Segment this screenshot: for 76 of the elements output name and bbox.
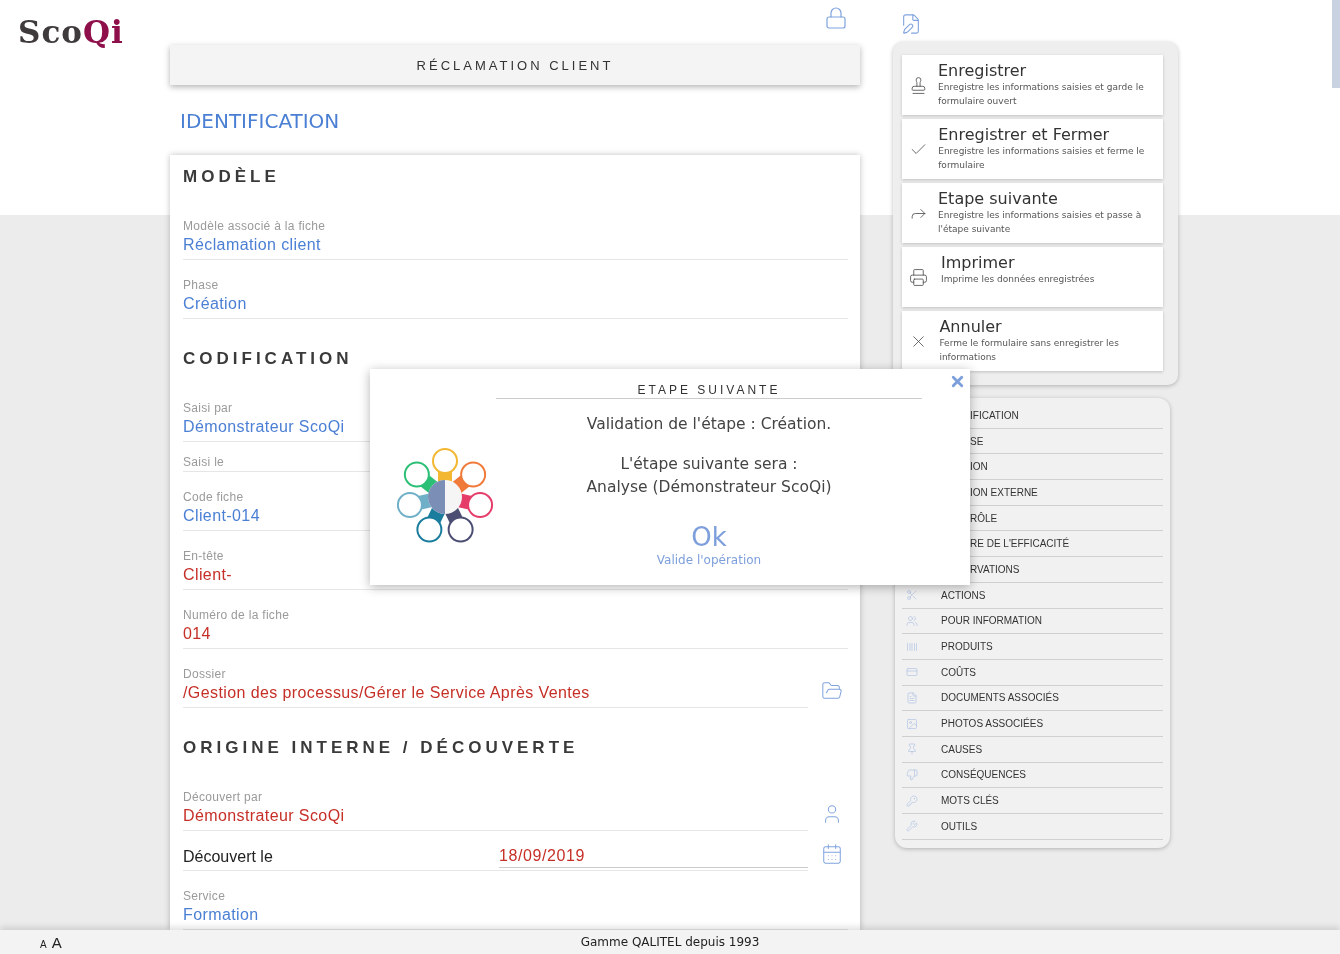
action-description: Enregistre les informations saisies et garde le formulaire ouvert [938,81,1145,108]
dialog-message: Validation de l'étape : Création. [586,414,832,435]
action-button[interactable]: Imprimer Imprime les données enregistrées [902,247,1163,307]
nav-item[interactable]: PHOTOS ASSOCIÉES [902,711,1163,737]
action-description: Ferme le formulaire sans enregistrer les informations [939,337,1120,364]
field-value[interactable]: Client-014 [183,505,260,527]
field-value[interactable]: Création [183,293,247,315]
nav-item[interactable]: MOTS CLÉS [902,788,1163,814]
field-value[interactable]: 014 [183,623,211,645]
field-value[interactable]: /Gestion des processus/Gérer le Service Après Ventes [183,682,590,704]
section-heading: IDENTIFICATION [179,108,341,136]
scrollbar-thumb[interactable] [1332,0,1340,88]
scissors-icon [906,589,918,602]
folder-icon[interactable] [821,680,843,702]
action-button[interactable]: Etape suivante Enregistre les informations saisies et passe à l'étape suivante [902,183,1163,243]
field-value[interactable]: Réclamation client [183,234,321,256]
nav-item[interactable]: CAUSES [902,736,1163,763]
font-decrease-button[interactable]: A [40,938,47,950]
field-label: Découvert par [183,789,263,805]
calendar-icon[interactable] [821,843,843,865]
action-title: Etape suivante [938,189,1059,208]
form-title: RÉCLAMATION CLIENT [170,45,860,86]
action-title: Enregistrer et Fermer [938,125,1111,144]
action-title: Annuler [939,317,1003,336]
field-label: Modèle associé à la fiche [183,218,326,234]
font-increase-button[interactable]: A [51,933,62,951]
card-icon [906,666,918,679]
field-value[interactable]: Démonstrateur ScoQi [183,805,345,827]
wrench-icon [906,820,918,833]
field-label: Dossier [183,666,226,682]
section-title: CODIFICATION [183,348,354,370]
action-description: Imprime les données enregistrées [941,273,1095,286]
stamp-icon [909,75,928,95]
printer-icon [909,267,928,287]
nav-item[interactable]: OUTILS [902,814,1163,840]
field-label: Découvert le [183,847,274,867]
action-description: Enregistre les informations saisies et ferme le formulaire [938,145,1146,172]
dialog-text: L'étape suivante sera : [620,454,798,475]
section-title: MODÈLE [183,166,281,188]
field-value[interactable]: Client- [183,564,233,586]
action-button[interactable]: Enregistrer Enregistre les informations saisies et garde le formulaire ouvert [902,55,1163,115]
nav-item[interactable]: PRODUITS [902,634,1163,660]
field-label: Saisi par [183,400,233,416]
field-label: Saisi le [183,454,225,470]
action-title: Imprimer [941,253,1016,272]
field-label: Phase [183,277,219,293]
dialog-title: ETAPE SUIVANTE [496,383,922,399]
dialog-text: Analyse (Démonstrateur ScoQi) [586,477,832,498]
logo: ScoQi [18,14,124,50]
nav-item[interactable]: POUR INFORMATION [902,608,1163,635]
action-description: Enregistre les informations saisies et passe à l'étape suivante [938,209,1143,236]
field-value[interactable]: 18/09/2019 [499,845,808,868]
field-label: En-tête [183,548,224,564]
thumbs-down-icon [906,768,918,781]
lock-icon[interactable] [824,6,848,30]
section-title: ORIGINE INTERNE / DÉCOUVERTE [183,737,580,759]
footer-text: Gamme QALITEL depuis 1993 [579,935,761,949]
document-icon [906,691,918,704]
field-label: Numéro de la fiche [183,607,290,623]
field-value[interactable]: Démonstrateur ScoQi [183,416,345,438]
edit-note-icon[interactable] [900,13,922,35]
action-button[interactable]: Enregistrer et Fermer Enregistre les informations saisies et ferme le formulaire [902,119,1163,179]
users-icon [906,614,918,627]
key-icon [906,794,918,807]
nav-item[interactable]: DOCUMENTS ASSOCIÉS [902,685,1163,712]
field-label: Service [183,888,226,904]
close-button[interactable] [949,373,966,390]
action-title: Enregistrer [938,61,1028,80]
image-icon [906,717,918,730]
action-button[interactable]: Annuler Ferme le formulaire sans enregistrer les informations [902,311,1163,371]
pin-icon [906,743,918,756]
barcode-icon [906,640,918,653]
nav-item[interactable]: COÛTS [902,659,1163,686]
field-label: Code fiche [183,489,244,505]
field-value[interactable]: Formation [183,904,259,926]
nav-item[interactable]: CONSÉQUENCES [902,762,1163,789]
